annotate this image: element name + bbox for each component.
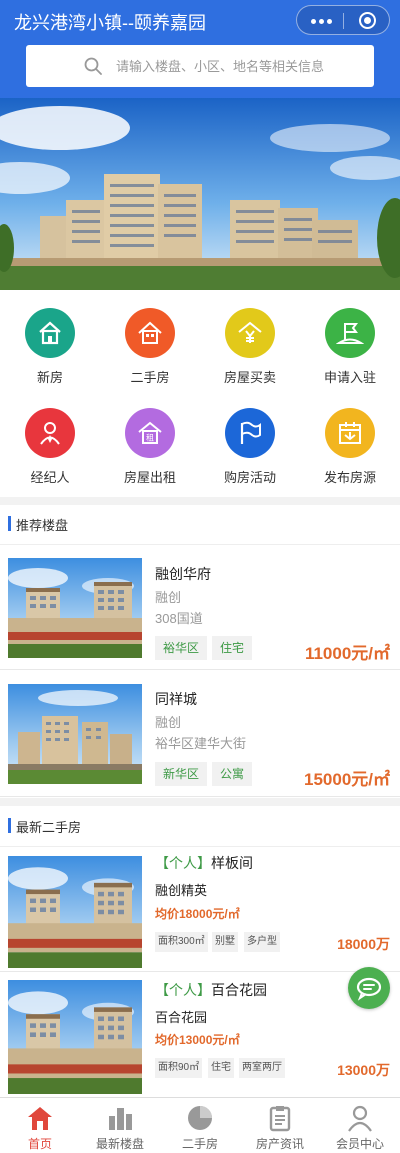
nav-apply[interactable]: 申请入驻 [300, 300, 400, 392]
property-thumbnail [8, 558, 142, 658]
recommend-card[interactable]: 融创华府 融创 308国道 裕华区 住宅 11000元/㎡ [0, 546, 400, 670]
listing-title: 【个人】样板间 [155, 853, 253, 873]
section-title: 最新二手房 [16, 820, 82, 835]
nav-post[interactable]: 发布房源 [300, 400, 400, 492]
listing-price: 13000万 [337, 1062, 390, 1078]
search-bar[interactable] [26, 45, 374, 87]
search-input[interactable] [116, 45, 366, 87]
section-accent [8, 516, 11, 531]
person-icon [25, 408, 75, 458]
post-icon [325, 408, 375, 458]
secondhand-card[interactable]: 【个人】样板间 融创精英 均价18000元/㎡ 面积300㎡ 别墅 多户型 18… [0, 848, 400, 972]
listing-tag: 面积300㎡ [155, 932, 208, 952]
listing-tag: 面积90㎡ [155, 1058, 203, 1078]
page-title: 龙兴港湾小镇--颐养嘉园 [14, 13, 206, 33]
listing-tag: 多户型 [244, 932, 280, 952]
property-tag: 新华区 [155, 762, 208, 786]
nav-label: 经纪人 [30, 470, 70, 485]
banner-image[interactable] [0, 98, 400, 290]
search-icon [84, 57, 102, 75]
tab-home[interactable]: 首页 [0, 1098, 80, 1153]
tab-member[interactable]: 会员中心 [320, 1098, 400, 1153]
tab-news[interactable]: 房产资讯 [240, 1098, 320, 1153]
listing-badge: 【个人】 [155, 855, 211, 871]
property-name: 融创华府 [155, 566, 211, 582]
home-icon [28, 1107, 52, 1130]
nav-label: 购房活动 [223, 470, 276, 485]
listing-price: 18000万 [337, 936, 390, 952]
nav-label: 新房 [36, 370, 63, 385]
property-name: 同祥城 [155, 691, 197, 707]
target-icon[interactable] [359, 12, 376, 29]
capsule-divider [343, 13, 344, 29]
listing-tag: 两室两厅 [239, 1058, 285, 1078]
property-developer: 融创 [155, 590, 182, 605]
listing-tag: 别墅 [212, 932, 238, 952]
nav-activity[interactable]: 购房活动 [200, 400, 300, 492]
user-icon [348, 1105, 372, 1132]
tab-second-hand[interactable]: 二手房 [160, 1098, 240, 1153]
tab-bar: 首页 最新楼盘 二手房 房产资讯 会员中心 [0, 1097, 400, 1153]
property-price: 15000元/㎡ [304, 770, 390, 789]
svg-text:租: 租 [146, 434, 154, 443]
flag-outline-icon [225, 408, 275, 458]
nav-agent[interactable]: 经纪人 [0, 400, 100, 492]
listing-tag: 住宅 [208, 1058, 234, 1078]
tab-label: 二手房 [181, 1137, 218, 1151]
nav-rent[interactable]: 租 房屋出租 [100, 400, 200, 492]
nav-buy-sell[interactable]: 房屋买卖 [200, 300, 300, 392]
listing-badge: 【个人】 [155, 982, 211, 998]
listing-avg-price: 均价18000元/㎡ [155, 907, 240, 921]
listing-community: 融创精英 [155, 883, 208, 898]
property-tag: 公寓 [212, 762, 253, 786]
property-tag: 住宅 [212, 636, 253, 660]
property-address: 裕华区建华大街 [155, 736, 247, 751]
buildings-icon [109, 1108, 132, 1130]
tab-label: 房产资讯 [255, 1137, 304, 1151]
nav-label: 二手房 [130, 370, 170, 385]
listing-name: 样板间 [211, 855, 253, 871]
nav-label: 申请入驻 [323, 370, 376, 385]
property-thumbnail [8, 856, 142, 968]
nav-label: 房屋买卖 [223, 370, 276, 385]
listing-avg-price: 均价13000元/㎡ [155, 1033, 240, 1047]
nav-label: 房屋出租 [123, 470, 176, 485]
header: 龙兴港湾小镇--颐养嘉园 [0, 0, 400, 98]
more-icon[interactable] [311, 19, 332, 24]
nav-second-hand[interactable]: 二手房 [100, 300, 200, 392]
section-title: 推荐楼盘 [16, 518, 69, 533]
property-address: 308国道 [155, 611, 203, 626]
house-outline-icon [125, 308, 175, 358]
secondhand-card[interactable]: 【个人】百合花园 百合花园 均价13000元/㎡ 面积90㎡ 住宅 两室两厅 1… [0, 973, 400, 1097]
listing-title: 【个人】百合花园 [155, 980, 267, 1000]
chat-icon [356, 977, 382, 1001]
property-tag: 裕华区 [155, 636, 208, 660]
listing-name: 百合花园 [211, 982, 267, 998]
nav-new-house[interactable]: 新房 [0, 300, 100, 392]
house-icon [25, 308, 75, 358]
tab-new-projects[interactable]: 最新楼盘 [80, 1098, 160, 1153]
yuan-house-icon [225, 308, 275, 358]
pie-icon [188, 1106, 212, 1130]
secondhand-header: 最新二手房 [0, 803, 400, 847]
mini-program-capsule[interactable] [296, 5, 390, 35]
nav-label: 发布房源 [323, 470, 376, 485]
section-accent [8, 818, 11, 833]
property-thumbnail [8, 684, 142, 784]
chat-button[interactable] [348, 967, 390, 1009]
listing-community: 百合花园 [155, 1010, 208, 1025]
tab-label: 最新楼盘 [95, 1137, 144, 1151]
flag-icon [325, 308, 375, 358]
rent-icon: 租 [125, 408, 175, 458]
tab-label: 首页 [27, 1137, 52, 1151]
property-developer: 融创 [155, 715, 182, 730]
recommend-header: 推荐楼盘 [0, 501, 400, 545]
clipboard-icon [269, 1106, 291, 1132]
property-price: 11000元/㎡ [304, 644, 390, 663]
tab-label: 会员中心 [335, 1137, 384, 1151]
property-thumbnail [8, 980, 142, 1094]
recommend-card[interactable]: 同祥城 融创 裕华区建华大街 新华区 公寓 15000元/㎡ [0, 671, 400, 797]
